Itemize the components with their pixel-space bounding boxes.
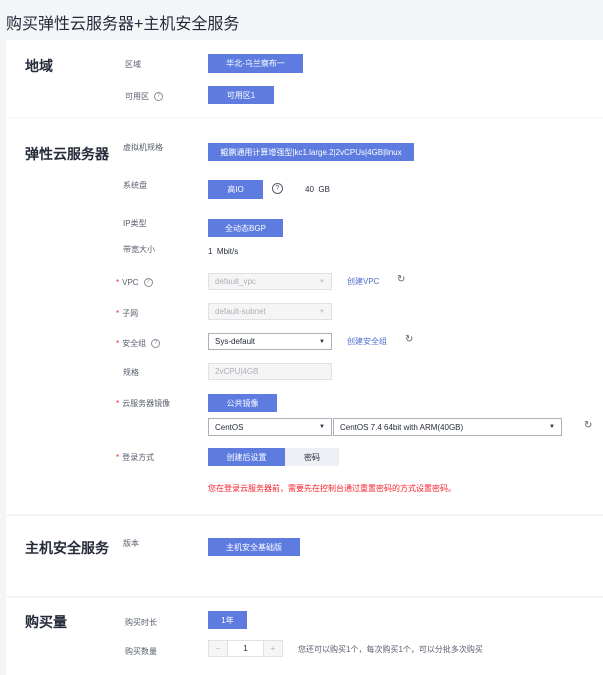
quantity-plus-button[interactable]: + — [264, 641, 282, 656]
disk-type-button[interactable]: 高IO — [208, 180, 263, 199]
sg-value: Sys-default — [215, 337, 256, 346]
chevron-down-icon: ▼ — [319, 338, 325, 345]
create-sg-link[interactable]: 创建安全组 — [347, 336, 387, 347]
region-section-title: 地域 — [25, 58, 53, 74]
security-group-select[interactable]: Sys-default ▼ — [208, 333, 332, 350]
disk-label: 系统盘 — [123, 181, 147, 190]
purchase-section: 购买量 购买时长 1年 购买数量 − 1 + 您还可以购买1个，每次购买1个，可… — [6, 598, 603, 675]
bandwidth-row: 1 Mbit/s — [208, 247, 238, 256]
disk-help-icon[interactable]: ? — [272, 183, 283, 194]
required-mark: * — [116, 309, 120, 318]
region-section: 地域 区域 华北-乌兰察布一 可用区? 可用区1 — [6, 40, 603, 117]
purchase-section-title: 购买量 — [25, 614, 67, 630]
login-label-row: * 登录方式 — [116, 452, 154, 463]
flavor-label: 虚拟机规格 — [123, 143, 163, 152]
help-icon[interactable]: ? — [143, 278, 153, 288]
hss-version-button[interactable]: 主机安全基础版 — [208, 538, 300, 556]
region-button[interactable]: 华北-乌兰察布一 — [208, 54, 303, 73]
ecs-section-title: 弹性云服务器 — [25, 146, 109, 162]
quantity-minus-button[interactable]: − — [209, 641, 227, 656]
ecs-section: 弹性云服务器 虚拟机规格 鲲鹏通用计算增强型|kc1.large.2|2vCPU… — [6, 118, 603, 514]
az-button[interactable]: 可用区1 — [208, 86, 274, 104]
login-tip: 您在登录云服务器前，需要先在控制台通过重置密码的方式设置密码。 — [208, 484, 456, 493]
os-select[interactable]: CentOS ▼ — [208, 418, 332, 436]
vpc-label: VPC — [122, 278, 139, 287]
hss-section: 主机安全服务 版本 主机安全基础版 — [6, 516, 603, 596]
vpc-value: default_vpc — [215, 277, 256, 286]
required-mark: * — [116, 399, 120, 408]
hss-section-title: 主机安全服务 — [25, 540, 109, 556]
subnet-label-row: * 子网 — [116, 308, 138, 319]
bandwidth-unit: Mbit/s — [216, 247, 239, 256]
version-label: 版本 — [123, 539, 139, 548]
disk-size-row: 40 GB — [305, 185, 330, 194]
login-option-password[interactable]: 密码 — [285, 448, 339, 466]
disk-size: 40 — [305, 185, 314, 194]
sg-label: 安全组 — [122, 339, 147, 348]
bandwidth-value: 1 — [208, 247, 213, 256]
bandwidth-label: 带宽大小 — [123, 245, 155, 254]
chevron-down-icon: ▼ — [319, 308, 325, 315]
chevron-down-icon: ▼ — [549, 424, 555, 430]
spec-field: 2vCPU|4GB — [208, 363, 332, 380]
spec-label: 规格 — [123, 368, 139, 377]
duration-label: 购买时长 — [125, 618, 157, 627]
required-mark: * — [116, 453, 120, 462]
spec-value: 2vCPU|4GB — [215, 367, 259, 376]
refresh-icon[interactable]: ↻ — [584, 420, 592, 431]
login-option-set-later[interactable]: 创建后设置 — [208, 448, 285, 466]
chevron-down-icon: ▼ — [319, 278, 325, 285]
chevron-down-icon: ▼ — [319, 424, 325, 430]
ip-type-label: IP类型 — [123, 219, 147, 228]
subnet-value: default-subnet — [215, 307, 266, 316]
help-icon[interactable]: ? — [151, 339, 161, 349]
image-label-row: * 云服务器镜像 — [116, 398, 170, 409]
os-version-value: CentOS 7.4 64bit with ARM(40GB) — [340, 422, 464, 432]
help-icon[interactable]: ? — [154, 92, 163, 102]
login-label: 登录方式 — [122, 453, 155, 462]
sg-label-row: * 安全组? — [116, 338, 161, 349]
page-title: 购买弹性云服务器+主机安全服务 — [6, 16, 240, 33]
az-label-row: 可用区? — [125, 91, 163, 102]
quantity-hint: 您还可以购买1个，每次购买1个，可以分批多次购买 — [298, 645, 483, 654]
vpc-label-row: * VPC? — [116, 278, 153, 288]
region-label: 区域 — [125, 60, 141, 69]
image-label: 云服务器镜像 — [122, 399, 171, 408]
vpc-select[interactable]: default_vpc ▼ — [208, 273, 332, 290]
required-mark: * — [116, 339, 120, 348]
subnet-label: 子网 — [122, 309, 139, 318]
flavor-button[interactable]: 鲲鹏通用计算增强型|kc1.large.2|2vCPUs|4GB|linux — [208, 143, 414, 161]
refresh-icon[interactable]: ↻ — [405, 334, 413, 345]
quantity-stepper[interactable]: − 1 + — [208, 640, 283, 657]
subnet-select[interactable]: default-subnet ▼ — [208, 303, 332, 320]
quantity-label: 购买数量 — [125, 647, 157, 656]
os-version-select[interactable]: CentOS 7.4 64bit with ARM(40GB) ▼ — [333, 418, 562, 436]
public-image-button[interactable]: 公共镜像 — [208, 394, 277, 412]
refresh-icon[interactable]: ↻ — [397, 274, 405, 285]
os-value: CentOS — [215, 422, 244, 432]
quantity-input[interactable]: 1 — [227, 641, 264, 656]
ip-type-button[interactable]: 全动态BGP — [208, 219, 283, 237]
required-mark: * — [116, 278, 120, 287]
disk-unit: GB — [318, 185, 330, 194]
duration-1-year-button[interactable]: 1年 — [208, 611, 247, 629]
create-vpc-link[interactable]: 创建VPC — [347, 276, 379, 287]
az-label: 可用区 — [125, 92, 149, 101]
